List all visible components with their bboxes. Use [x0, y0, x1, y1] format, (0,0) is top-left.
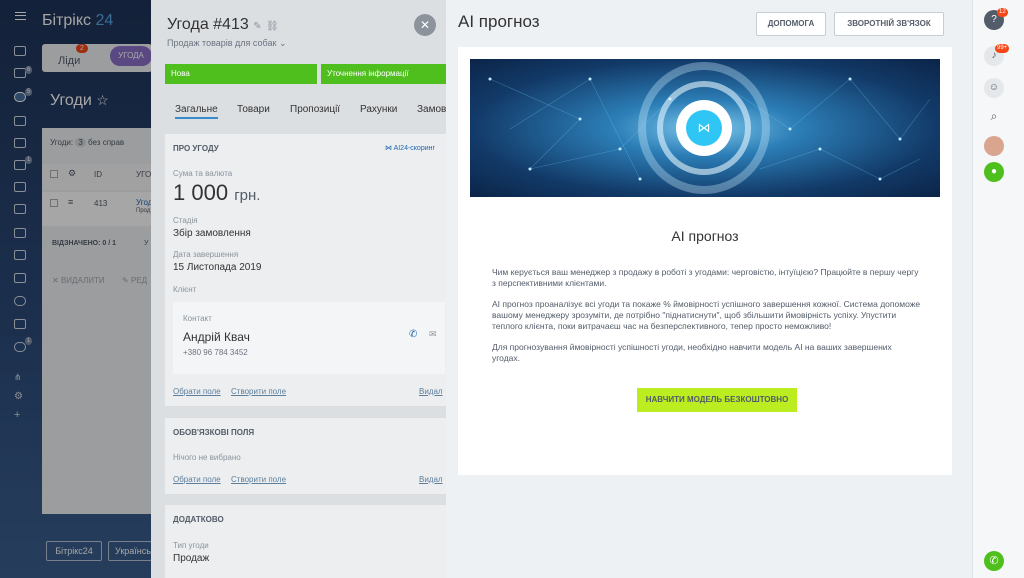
tab-orders[interactable]: Замов	[417, 104, 446, 115]
close-button[interactable]: ✕	[414, 14, 436, 36]
delete-section-link[interactable]: Видал	[419, 387, 443, 396]
amount-label: Сума та валюта	[173, 169, 233, 178]
tab-quotes[interactable]: Пропозиції	[290, 104, 340, 115]
about-deal-heading: ПРО УГОДУ	[173, 144, 219, 153]
right-toolbar: ? 12 ♪ 99+ ☺ ⌕ ● ✆	[972, 0, 1024, 578]
additional-heading: ДОДАТКОВО	[173, 515, 224, 524]
tab-products[interactable]: Товари	[237, 104, 270, 115]
link-icon[interactable]: ⛓	[266, 21, 279, 32]
client-label: Клієнт	[173, 285, 197, 294]
train-model-button[interactable]: Навчити модель безкоштовно	[637, 388, 797, 412]
choose-field-link[interactable]: Обрати поле	[173, 387, 221, 396]
mail-icon[interactable]: ✉	[429, 329, 437, 340]
stage-value: Збір замовлення	[173, 228, 251, 239]
feedback-button[interactable]: Зворотній зв'язок	[834, 12, 944, 36]
share-icon: ⋈	[385, 145, 392, 152]
about-deal-card: ПРО УГОДУ ⋈ AI24-скоринг Сума та валюта …	[165, 134, 446, 406]
required-fields-heading: ОБОВ'ЯЗКОВІ ПОЛЯ	[173, 428, 255, 437]
deal-type-label: Тип угоди	[173, 541, 209, 550]
tab-general[interactable]: Загальне	[175, 104, 218, 119]
delete-section-link[interactable]: Видал	[419, 475, 443, 484]
ai-paragraph-2: AI прогноз проаналізує всі угоди та пока…	[492, 299, 921, 331]
help-button[interactable]: Допомога	[756, 12, 826, 36]
choose-field-link[interactable]: Обрати поле	[173, 475, 221, 484]
required-fields-card: ОБОВ'ЯЗКОВІ ПОЛЯ Нічого не вибрано Обрат…	[165, 418, 446, 494]
tab-invoices[interactable]: Рахунки	[360, 104, 397, 115]
contact-name[interactable]: Андрій Квач	[183, 330, 250, 344]
date-value: 15 Листопада 2019	[173, 262, 262, 273]
chat-icon[interactable]: ☺	[984, 78, 1004, 98]
ai-card-title: AI прогноз	[671, 228, 739, 244]
stage-new[interactable]: Нова	[165, 64, 317, 84]
create-field-link[interactable]: Створити поле	[231, 475, 286, 484]
search-icon[interactable]: ⌕	[984, 106, 1004, 126]
ai-forecast-card: ⋈ AI прогноз Чим керується ваш менеджер …	[458, 47, 952, 475]
create-field-link[interactable]: Створити поле	[231, 387, 286, 396]
additional-card: ДОДАТКОВО Тип угоди Продаж	[165, 505, 446, 578]
contact-box: Контакт Андрій Квач +380 96 784 3452 ✆ ✉	[173, 302, 445, 374]
phone-icon[interactable]: ✆	[409, 329, 417, 340]
amount-currency: грн.	[234, 187, 261, 204]
close-icon: ✕	[419, 18, 431, 32]
ai-banner-image: ⋈	[470, 59, 940, 197]
deal-category-text: Продаж товарів для собак	[167, 38, 277, 48]
deal-category[interactable]: Продаж товарів для собак ⌄	[167, 38, 287, 49]
phone-icon[interactable]: ✆	[984, 551, 1004, 571]
user-icon[interactable]: ●	[984, 162, 1004, 182]
deal-slider: Угода #413 ✎ ⛓ Продаж товарів для собак …	[151, 0, 446, 578]
chevron-down-icon: ⌄	[278, 38, 287, 48]
avatar[interactable]	[984, 136, 1004, 156]
deal-type-value: Продаж	[173, 553, 210, 564]
ai-paragraph-3: Для прогнозування ймовірності успішності…	[492, 342, 892, 363]
contact-phone[interactable]: +380 96 784 3452	[183, 348, 248, 357]
ai-forecast-slider: AI прогноз Допомога Зворотній зв'язок	[446, 0, 972, 578]
phone-glyph: ✆	[989, 555, 999, 567]
ai-paragraph-1: Чим керується ваш менеджер з продажу в р…	[492, 267, 919, 288]
stage-label: Стадія	[173, 216, 198, 225]
stage-clarify[interactable]: Уточнення інформації	[321, 64, 446, 84]
pencil-icon[interactable]: ✎	[253, 21, 261, 32]
deal-title: Угода #413 ✎ ⛓	[167, 16, 279, 34]
help-count: 12	[997, 8, 1008, 17]
notification-count: 99+	[995, 44, 1010, 53]
scoring-label: AI24-скоринг	[393, 145, 436, 152]
scoring-link[interactable]: ⋈ AI24-скоринг	[385, 144, 435, 152]
contact-label: Контакт	[183, 314, 212, 323]
deal-title-text: Угода #413	[167, 16, 249, 33]
amount-number: 1 000	[173, 180, 229, 205]
ai-panel-title: AI прогноз	[458, 12, 540, 31]
nothing-selected-text: Нічого не вибрано	[173, 453, 241, 462]
amount-value: 1 000 грн.	[173, 180, 260, 206]
date-label: Дата завершення	[173, 250, 239, 259]
share-icon: ⋈	[697, 120, 711, 135]
